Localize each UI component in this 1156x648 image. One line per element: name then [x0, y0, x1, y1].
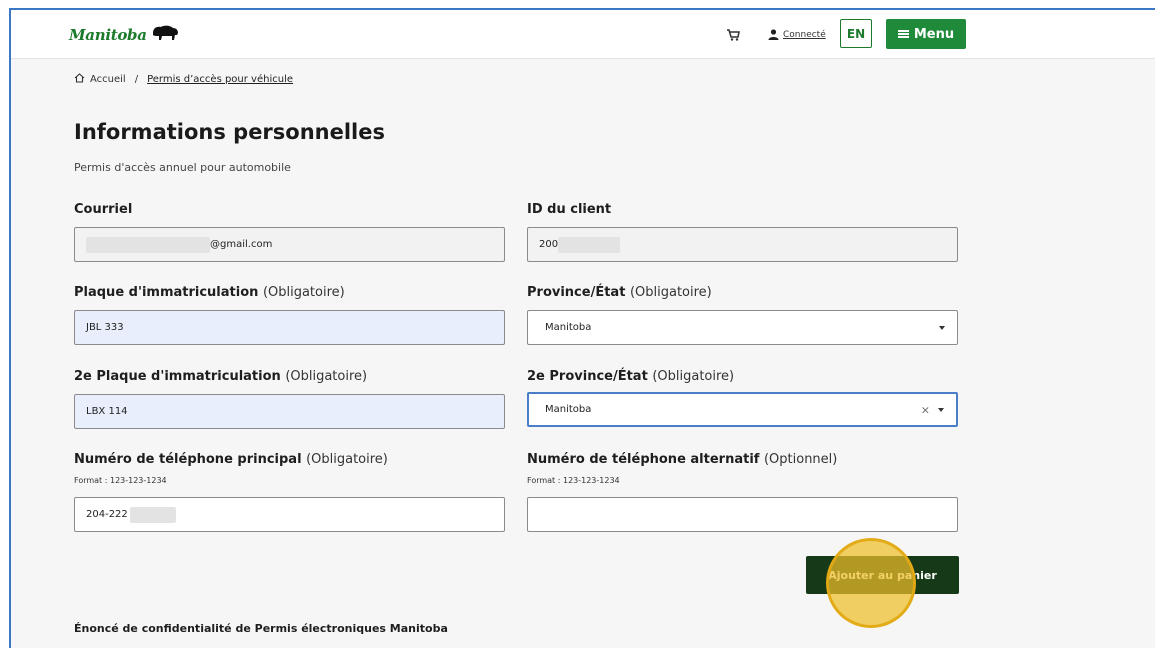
client-id-label-text: ID du client [527, 202, 612, 217]
connected-link[interactable]: Connecté [783, 30, 826, 40]
plate-input[interactable]: JBL 333 [74, 310, 505, 345]
home-icon[interactable] [74, 73, 90, 86]
plate2-label-text: 2e Plaque d'immatriculation [74, 369, 281, 384]
language-toggle-button[interactable]: EN [840, 19, 872, 48]
email-label: Courriel [74, 202, 132, 217]
chevron-down-icon [939, 325, 945, 330]
province2-label-text: 2e Province/État [527, 369, 648, 384]
breadcrumb-current[interactable]: Permis d’accès pour véhicule [147, 74, 293, 85]
email-label-text: Courriel [74, 202, 133, 217]
user-icon [768, 25, 779, 44]
plate-value: JBL 333 [86, 322, 124, 333]
phone-alt-label: Numéro de téléphone alternatif (Optionne… [527, 452, 837, 467]
breadcrumb-separator: / [134, 74, 139, 85]
site-header: Manitoba Connecté EN Menu [11, 10, 1155, 59]
phone-alt-label-text: Numéro de téléphone alternatif [527, 452, 760, 467]
breadcrumb-home[interactable]: Accueil [90, 74, 126, 85]
breadcrumb: Accueil / Permis d’accès pour véhicule [74, 73, 293, 86]
clear-icon[interactable]: × [921, 403, 930, 416]
logo-text: Manitoba [69, 26, 147, 44]
menu-button[interactable]: Menu [886, 19, 966, 49]
plate2-input[interactable]: LBX 114 [74, 394, 505, 429]
plate-label-text: Plaque d'immatriculation [74, 285, 259, 300]
chevron-down-icon[interactable] [938, 407, 944, 412]
redacted-block [86, 236, 210, 253]
province2-value: Manitoba [545, 404, 592, 415]
browser-viewport: Manitoba Connecté EN Menu Accueil / Perm… [9, 8, 1155, 648]
phone-format-hint: Format : 123-123-1234 [74, 476, 167, 485]
phone-alt-input[interactable] [527, 497, 958, 532]
province-select[interactable]: Manitoba [527, 310, 958, 345]
menu-button-label: Menu [913, 26, 955, 42]
phone-value: 204-222 [86, 509, 128, 520]
required-tag: (Obligatoire) [285, 369, 368, 384]
plate2-label: 2e Plaque d'immatriculation (Obligatoire… [74, 369, 367, 384]
email-field[interactable]: @gmail.com [74, 227, 505, 262]
province2-label: 2e Province/État (Obligatoire) [527, 369, 734, 384]
plate2-value: LBX 114 [86, 406, 128, 417]
cart-icon[interactable] [727, 26, 740, 45]
required-tag: (Obligatoire) [629, 285, 712, 300]
privacy-statement-heading: Énoncé de confidentialité de Permis élec… [74, 622, 448, 635]
province2-select[interactable]: Manitoba × [527, 392, 958, 427]
required-tag: (Obligatoire) [262, 285, 345, 300]
phone-alt-format-hint: Format : 123-123-1234 [527, 476, 620, 485]
plate-label: Plaque d'immatriculation (Obligatoire) [74, 285, 345, 300]
manitoba-logo[interactable]: Manitoba [69, 24, 180, 46]
province-label-text: Province/État [527, 285, 626, 300]
click-highlight [826, 538, 916, 628]
phone-input[interactable]: 204-222 [74, 497, 505, 532]
client-id-label: ID du client [527, 202, 611, 217]
required-tag: (Obligatoire) [306, 452, 388, 467]
client-id-field[interactable]: 200 [527, 227, 958, 262]
phone-label: Numéro de téléphone principal (Obligatoi… [74, 452, 388, 467]
hamburger-icon [897, 30, 909, 38]
redacted-block [558, 236, 621, 253]
province-label: Province/État (Obligatoire) [527, 285, 712, 300]
email-value: @gmail.com [210, 239, 273, 250]
optional-tag: (Optionnel) [763, 452, 838, 467]
required-tag: (Obligatoire) [652, 369, 735, 384]
page-subtitle: Permis d'accès annuel pour automobile [74, 161, 291, 174]
page-title: Informations personnelles [74, 120, 386, 144]
user-account[interactable]: Connecté [768, 25, 826, 44]
phone-label-text: Numéro de téléphone principal [74, 452, 302, 467]
client-id-value: 200 [539, 239, 559, 250]
bison-icon [150, 24, 180, 46]
redacted-block [129, 506, 176, 523]
province-value: Manitoba [545, 322, 592, 333]
